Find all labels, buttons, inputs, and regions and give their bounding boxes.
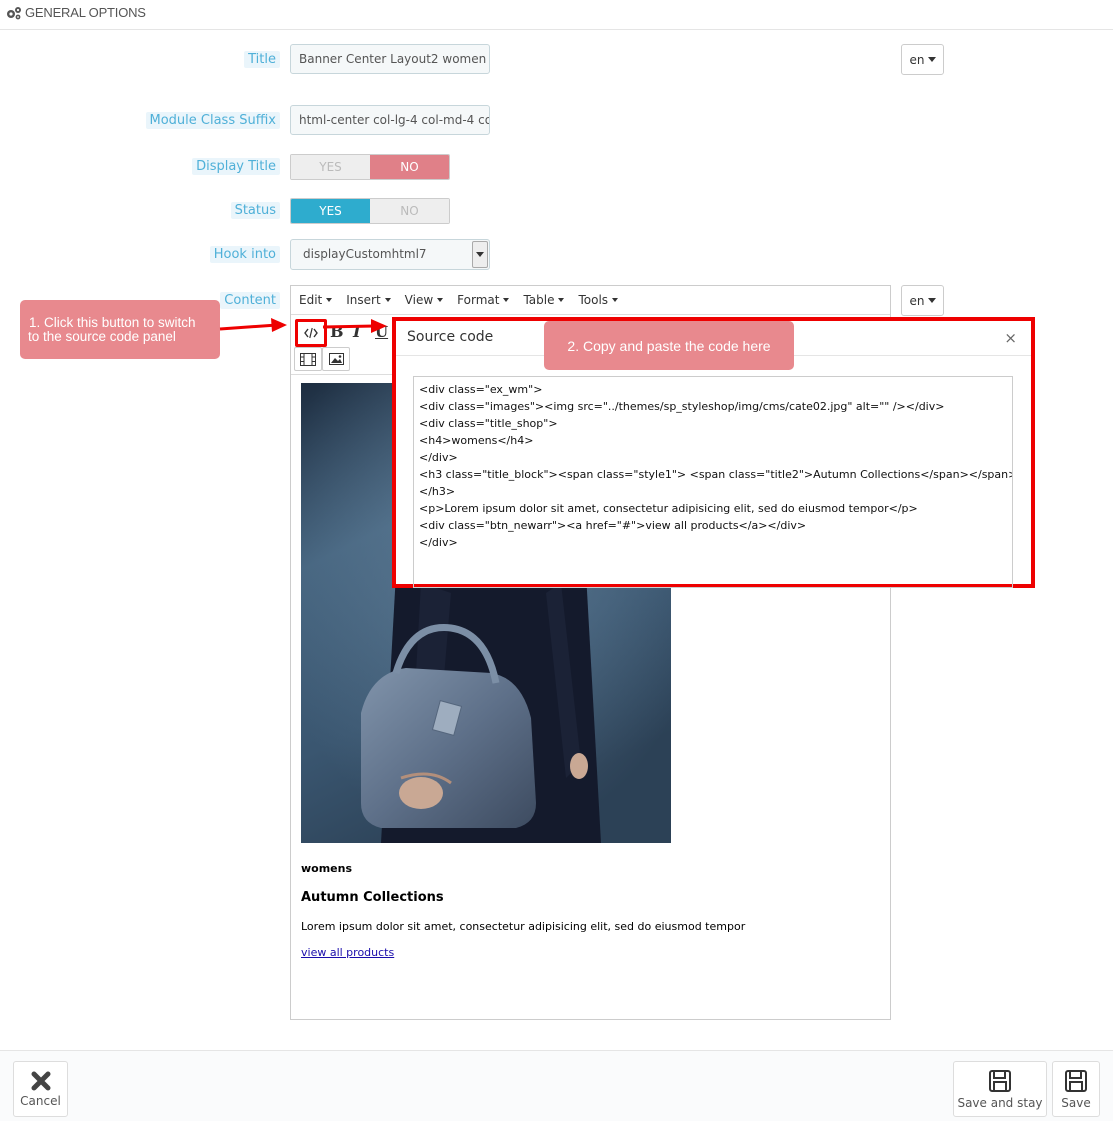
caret-down-icon	[927, 298, 936, 303]
hook-into-value: displayCustomhtml7	[303, 247, 427, 261]
status-no[interactable]: NO	[370, 199, 449, 223]
title-lang-dropdown[interactable]: en	[901, 44, 944, 75]
caret-down-icon	[503, 298, 510, 302]
caret-down-icon	[558, 298, 565, 302]
close-icon[interactable]: ×	[1004, 329, 1017, 347]
save-label: Save	[1061, 1095, 1091, 1110]
title-label: Title	[244, 51, 280, 68]
hook-into-label: Hook into	[209, 246, 280, 263]
caret-down-icon	[326, 298, 333, 302]
callout-step1: 1. Click this button to switch to the so…	[20, 300, 220, 359]
callout-step1-line1: 1. Click this button to switch	[29, 315, 196, 330]
source-code-textarea[interactable]: <div class="ex_wm"> <div class="images">…	[413, 376, 1013, 588]
caret-down-icon	[384, 298, 391, 302]
dialog-title: Source code	[407, 329, 494, 345]
menu-tools[interactable]: Tools	[578, 293, 619, 307]
caret-down-icon	[927, 57, 936, 62]
preview-paragraph: Lorem ipsum dolor sit amet, consectetur …	[301, 920, 746, 933]
gears-icon	[7, 7, 21, 20]
module-class-suffix-label: Module Class Suffix	[145, 112, 280, 129]
display-title-label: Display Title	[192, 158, 280, 175]
insert-video-button[interactable]	[294, 347, 322, 371]
menu-format[interactable]: Format	[457, 293, 510, 307]
module-class-suffix-input[interactable]: html-center col-lg-4 col-md-4 col-	[290, 105, 490, 135]
form-footer	[0, 1050, 1113, 1121]
preview-link[interactable]: view all products	[301, 946, 394, 959]
panel-title: GENERAL OPTIONS	[25, 5, 146, 20]
display-title-no[interactable]: NO	[370, 155, 449, 179]
display-title-switch[interactable]: YES NO	[290, 154, 450, 180]
preview-heading-small: womens	[301, 862, 353, 875]
cancel-label: Cancel	[20, 1093, 61, 1108]
floppy-disk-icon	[989, 1069, 1011, 1092]
callout-step1-line2: to the source code panel	[28, 329, 176, 344]
select-arrow-icon	[472, 241, 488, 268]
hook-into-select[interactable]: displayCustomhtml7	[290, 239, 490, 270]
close-icon	[31, 1071, 50, 1090]
status-switch[interactable]: YES NO	[290, 198, 450, 224]
preview-heading: Autumn Collections	[301, 890, 444, 905]
menu-view[interactable]: View	[405, 293, 444, 307]
caret-down-icon	[612, 298, 619, 302]
callout-step2: 2. Copy and paste the code here	[544, 321, 794, 370]
insert-image-button[interactable]	[322, 347, 350, 371]
lang-code: en	[909, 52, 925, 67]
display-title-yes[interactable]: YES	[291, 155, 370, 179]
cancel-button[interactable]: Cancel	[13, 1061, 68, 1117]
floppy-disk-icon	[1065, 1069, 1087, 1092]
menu-edit[interactable]: Edit	[299, 293, 333, 307]
editor-menubar: Edit Insert View Format Table Tools	[291, 286, 890, 315]
lang-code: en	[909, 293, 925, 308]
content-label: Content	[220, 292, 280, 309]
title-input[interactable]: Banner Center Layout2 women	[290, 44, 490, 74]
status-yes[interactable]: YES	[291, 199, 370, 223]
status-label: Status	[230, 202, 280, 219]
save-and-stay-label: Save and stay	[957, 1095, 1043, 1110]
save-button[interactable]: Save	[1052, 1061, 1100, 1117]
menu-table[interactable]: Table	[523, 293, 565, 307]
film-icon	[300, 352, 316, 366]
panel-header: GENERAL OPTIONS	[0, 0, 1113, 30]
image-icon	[328, 353, 344, 365]
content-lang-dropdown[interactable]: en	[901, 285, 944, 316]
save-and-stay-button[interactable]: Save and stay	[953, 1061, 1047, 1117]
caret-down-icon	[437, 298, 444, 302]
callout-arrows	[219, 318, 387, 333]
menu-insert[interactable]: Insert	[346, 293, 391, 307]
